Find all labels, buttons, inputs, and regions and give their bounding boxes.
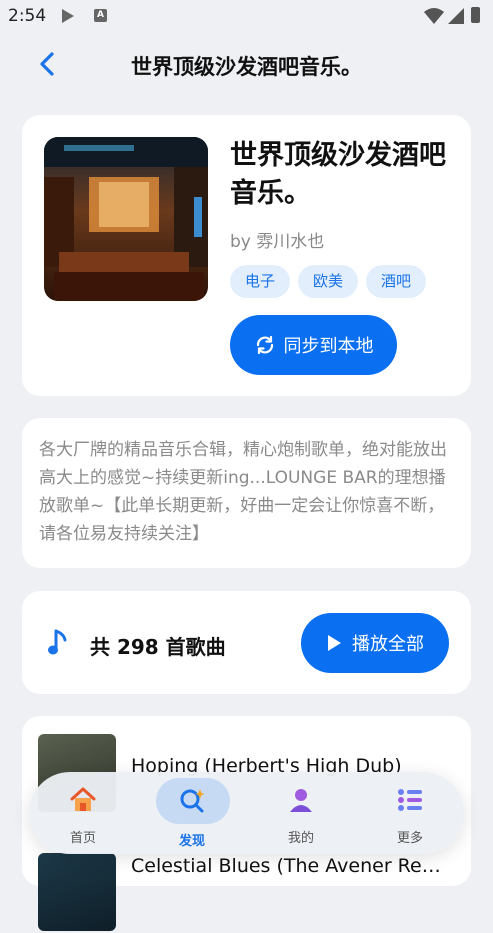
playlist-cover-image <box>44 137 208 301</box>
sync-icon <box>256 335 273 355</box>
bottom-tab-bar: 首页 发现 我的 更多 <box>29 772 464 854</box>
page-title: 世界顶级沙发酒吧音乐。 <box>131 55 362 79</box>
more-list-icon <box>398 789 422 811</box>
song-thumbnail <box>38 853 116 931</box>
media-play-icon <box>62 9 74 23</box>
sync-label: 同步到本地 <box>283 336 374 357</box>
top-bar: 世界顶级沙发酒吧音乐。 <box>0 34 493 96</box>
discover-icon <box>180 789 205 813</box>
tab-more[interactable]: 更多 <box>356 772 464 854</box>
tag-electronic[interactable]: 电子 <box>230 265 291 298</box>
song-title: Celestial Blues (The Avener Rework) <box>131 855 449 877</box>
tag-western[interactable]: 欧美 <box>298 265 359 298</box>
tab-more-label: 更多 <box>396 831 423 846</box>
tag-list: 电子 欧美 酒吧 <box>230 265 427 298</box>
tab-home[interactable]: 首页 <box>29 772 137 854</box>
tab-mine-label: 我的 <box>287 831 314 846</box>
tag-bar[interactable]: 酒吧 <box>366 265 427 298</box>
tab-discover-label: 发现 <box>178 834 205 849</box>
playlist-title: 世界顶级沙发酒吧音乐。 <box>230 140 446 209</box>
song-count: 共 298 首歌曲 <box>90 635 226 659</box>
status-time: 2:54 <box>8 6 47 26</box>
status-bar: 2:54 A <box>0 0 493 34</box>
description-card: 各大厂牌的精品音乐合辑，精心炮制歌单，绝对能放出高大上的感觉~持续更新ing..… <box>22 418 471 568</box>
play-icon <box>328 635 341 651</box>
tab-discover[interactable]: 发现 <box>138 772 246 854</box>
playlist-author: by 雰川水也 <box>230 232 325 252</box>
tab-mine[interactable]: 我的 <box>247 772 355 854</box>
home-icon <box>70 787 96 811</box>
sync-local-button[interactable]: 同步到本地 <box>230 315 397 375</box>
tab-home-label: 首页 <box>69 831 96 846</box>
battery-icon <box>471 7 480 23</box>
playlist-header-card: 世界顶级沙发酒吧音乐。 by 雰川水也 电子 欧美 酒吧 同步到本地 <box>22 115 471 396</box>
list-item[interactable]: Celestial Blues (The Avener Rework) <box>22 853 471 933</box>
playlist-description: 各大厂牌的精品音乐合辑，精心炮制歌单，绝对能放出高大上的感觉~持续更新ing..… <box>39 440 447 544</box>
notification-a-icon: A <box>94 9 107 22</box>
song-count-card: 共 298 首歌曲 播放全部 <box>22 591 471 694</box>
play-all-button[interactable]: 播放全部 <box>301 613 449 673</box>
music-note-icon <box>48 629 67 655</box>
user-icon <box>290 789 312 812</box>
wifi-icon <box>424 8 444 24</box>
play-all-label: 播放全部 <box>352 634 424 655</box>
signal-icon <box>448 8 464 24</box>
